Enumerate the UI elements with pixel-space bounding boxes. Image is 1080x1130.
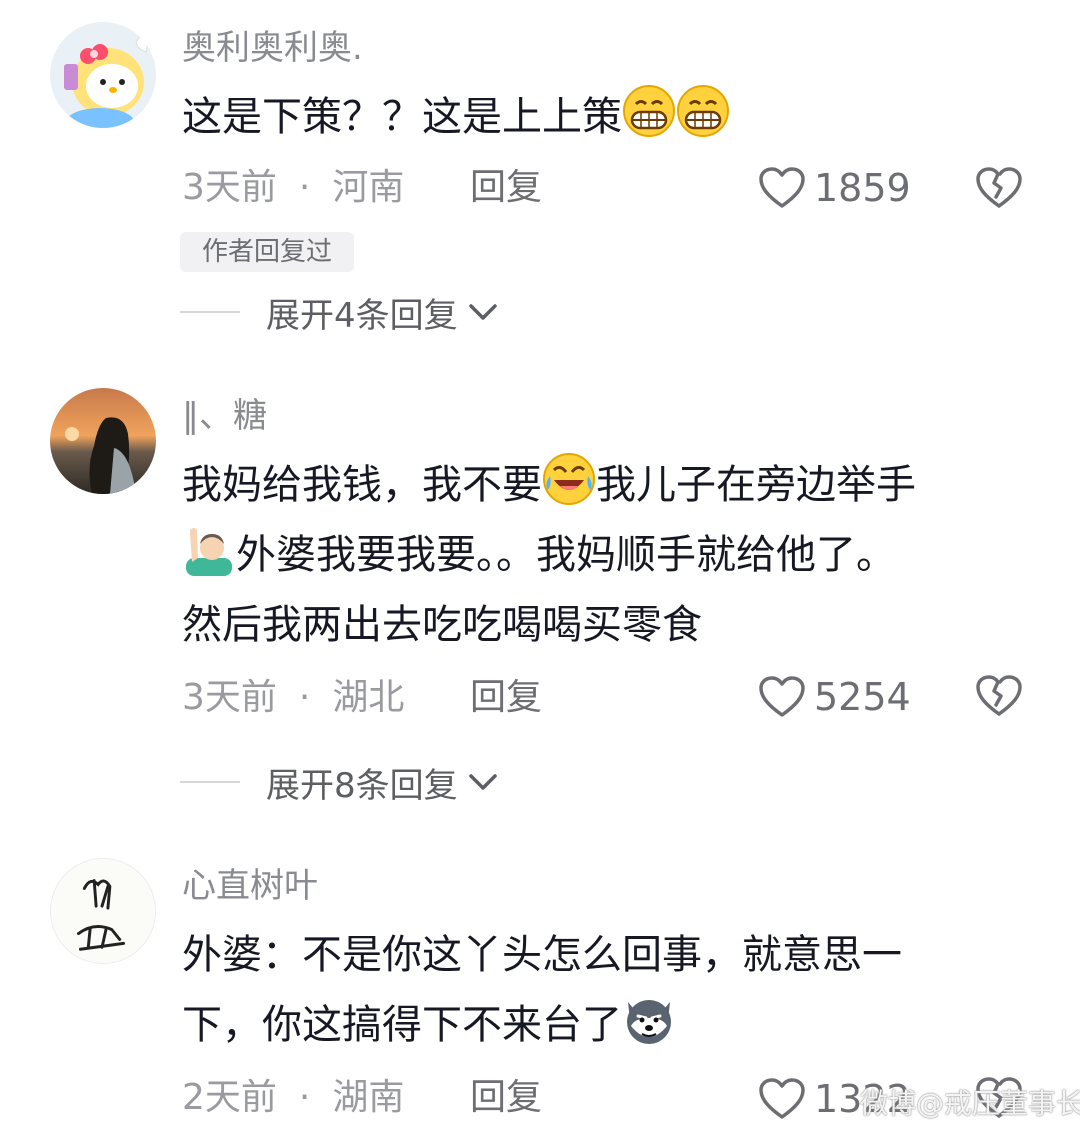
- divider-line: [180, 311, 240, 313]
- comment-meta: 2天前 · 湖南: [182, 1076, 404, 1120]
- username[interactable]: ‖、糖: [182, 396, 267, 436]
- comment-text: 外婆：不是你这丫头怎么回事，就意思一 下，你这搞得下不来台了: [182, 920, 1022, 1060]
- comment-time: 2天前: [182, 1077, 277, 1118]
- expand-replies-label: 展开4条回复: [266, 295, 458, 336]
- comment-location: 湖南: [332, 1077, 405, 1118]
- divider-line: [180, 781, 240, 783]
- raising-hand-emoji: [186, 528, 232, 576]
- comment-line: 外婆：不是你这丫头怎么回事，就意思一: [182, 932, 902, 978]
- reply-button[interactable]: 回复: [470, 166, 542, 210]
- separator: ·: [298, 677, 311, 718]
- comment-time: 3天前: [182, 167, 277, 208]
- grin-emoji: [623, 85, 675, 137]
- avatar[interactable]: [50, 858, 156, 964]
- like-count: 1859: [814, 166, 911, 210]
- reply-button[interactable]: 回复: [470, 1076, 542, 1120]
- heart-icon: [759, 676, 805, 717]
- expand-replies-button[interactable]: 展开8条回复: [180, 760, 498, 806]
- username[interactable]: 心直树叶: [182, 866, 318, 906]
- comment-line: 我妈给我钱，我不要: [182, 462, 542, 508]
- reply-button[interactable]: 回复: [470, 676, 542, 720]
- avatar[interactable]: [50, 388, 156, 494]
- broken-heart-icon[interactable]: [975, 672, 1023, 720]
- laugh-cry-emoji: [543, 453, 595, 505]
- username[interactable]: 奥利奥利奥.: [182, 28, 363, 68]
- comment-line: 这是下策？？这是上上策: [182, 94, 622, 140]
- comment-line: 然后我两出去吃吃喝喝买零食: [182, 602, 702, 648]
- expand-replies-button[interactable]: 展开4条回复: [180, 290, 498, 336]
- like-button[interactable]: 5254: [758, 672, 911, 722]
- like-count: 5254: [814, 675, 911, 719]
- grin-emoji: [677, 85, 729, 137]
- comment-text: 这是下策？？这是上上策: [182, 82, 1022, 152]
- expand-replies-label: 展开8条回复: [266, 765, 458, 806]
- comment-meta: 3天前 · 河南: [182, 166, 404, 210]
- comment-location: 河南: [332, 167, 405, 208]
- husky-dog-emoji: [627, 1000, 671, 1044]
- comment-meta: 3天前 · 湖北: [182, 676, 404, 720]
- heart-icon: [759, 167, 805, 208]
- broken-heart-icon[interactable]: [975, 164, 1023, 212]
- like-button[interactable]: 1859: [758, 163, 911, 213]
- heart-icon: [759, 1078, 805, 1119]
- chevron-down-icon: [468, 774, 497, 790]
- separator: ·: [298, 1077, 311, 1118]
- avatar[interactable]: [50, 22, 156, 128]
- comment-time: 3天前: [182, 677, 277, 718]
- comment-line: 下，你这搞得下不来台了: [182, 1002, 622, 1048]
- comment-line: 我儿子在旁边举手: [596, 462, 916, 508]
- comment-line: 外婆我要我要。。我妈顺手就给他了。: [236, 532, 896, 578]
- comment-location: 湖北: [332, 677, 405, 718]
- separator: ·: [298, 167, 311, 208]
- comment-text: 我妈给我钱，我不要 我儿子在旁边举手 外婆我要我要。。我妈顺手就给他了。 然后我两…: [182, 450, 1022, 660]
- chevron-down-icon: [468, 304, 497, 320]
- watermark: 微博@戒压董事长: [860, 1087, 1080, 1120]
- author-replied-badge: 作者回复过: [180, 232, 354, 272]
